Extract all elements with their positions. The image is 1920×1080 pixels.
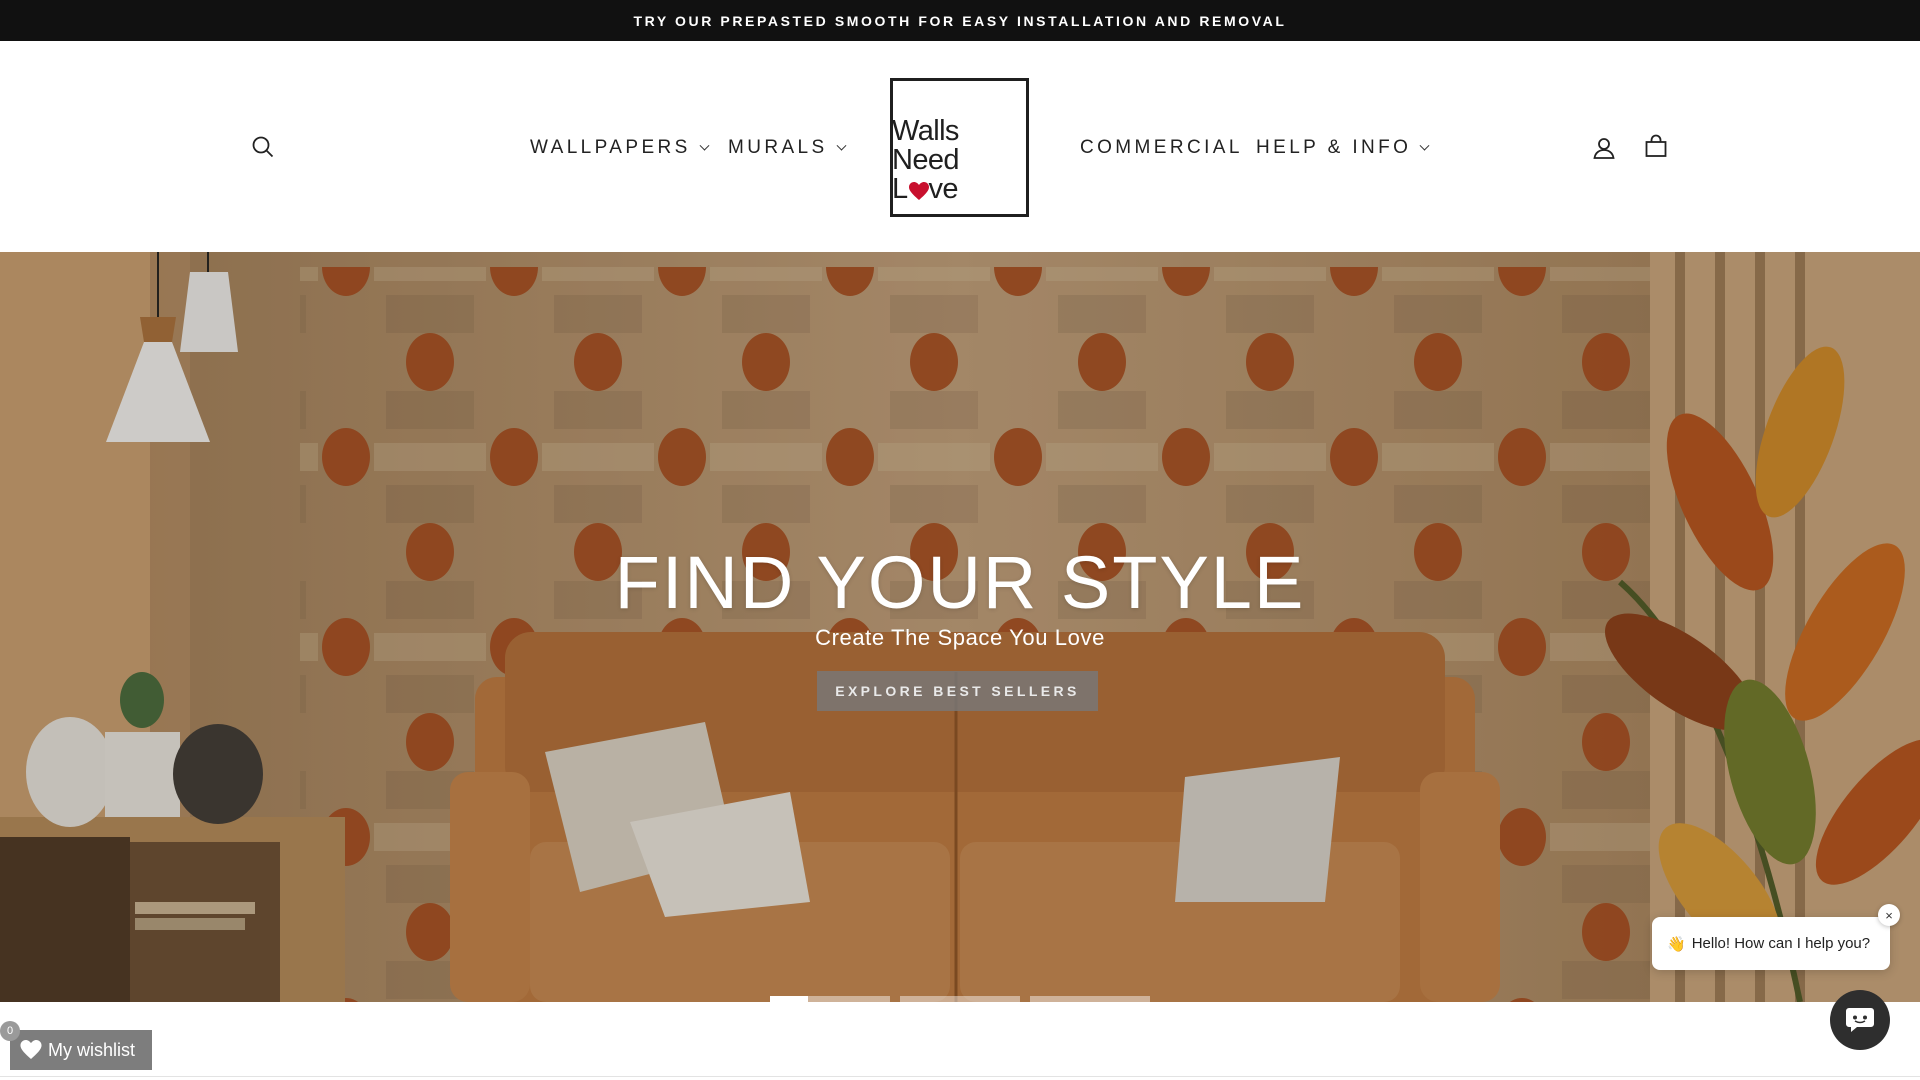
user-icon[interactable] — [1590, 134, 1618, 162]
site-logo[interactable]: Walls Need L ve — [890, 78, 1029, 217]
slide-dot-2[interactable] — [900, 996, 1020, 1002]
nav-commercial-label: COMMERCIAL — [1080, 137, 1243, 158]
announcement-bar: TRY OUR PREPASTED SMOOTH FOR EASY INSTAL… — [0, 0, 1920, 41]
chevron-down-icon — [836, 140, 847, 151]
explore-best-sellers-button[interactable]: EXPLORE BEST SELLERS — [817, 671, 1098, 711]
divider — [0, 1076, 1920, 1077]
chevron-down-icon — [1419, 140, 1430, 151]
heart-icon — [908, 182, 929, 200]
chevron-down-icon — [699, 140, 710, 151]
nav-commercial[interactable]: COMMERCIAL — [1080, 136, 1243, 160]
logo-line-3-end: ve — [928, 173, 959, 205]
hero-banner: FIND YOUR STYLE Create The Space You Lov… — [0, 252, 1920, 1002]
wave-icon: 👋 — [1667, 935, 1686, 953]
logo-line-2: Need — [892, 144, 960, 176]
wishlist-label: My wishlist — [48, 1039, 136, 1060]
hero-subtitle: Create The Space You Love — [815, 625, 1105, 650]
cart-icon[interactable] — [1642, 132, 1670, 160]
chat-greeting[interactable]: 👋 Hello! How can I help you? — [1652, 917, 1890, 970]
nav-murals-label: MURALS — [728, 137, 828, 158]
heart-icon — [20, 1040, 42, 1059]
slide-dot-1[interactable] — [770, 996, 890, 1002]
nav-murals[interactable]: MURALS — [728, 136, 847, 160]
slideshow-pagination — [770, 996, 1150, 1002]
close-icon[interactable]: × — [1878, 904, 1900, 926]
hero-title: FIND YOUR STYLE — [614, 541, 1306, 624]
nav-help-info[interactable]: HELP & INFO — [1256, 136, 1430, 160]
nav-help-info-label: HELP & INFO — [1256, 137, 1412, 158]
wishlist-button[interactable]: My wishlist — [10, 1030, 152, 1070]
nav-wallpapers-label: WALLPAPERS — [530, 137, 691, 158]
logo-line-3-start: L — [892, 173, 908, 205]
logo-line-3: L ve — [892, 173, 959, 205]
chat-greeting-text: Hello! How can I help you? — [1691, 935, 1871, 952]
nav-wallpapers[interactable]: WALLPAPERS — [530, 136, 710, 160]
chat-icon — [1846, 1008, 1874, 1032]
wishlist-count-badge: 0 — [0, 1021, 20, 1041]
slide-dot-3[interactable] — [1030, 996, 1150, 1002]
logo-line-1: Walls — [892, 115, 959, 147]
search-icon[interactable] — [249, 133, 277, 161]
site-header: WALLPAPERS MURALS Walls Need L ve COMMER… — [0, 41, 1920, 252]
announcement-text: TRY OUR PREPASTED SMOOTH FOR EASY INSTAL… — [633, 12, 1287, 29]
chat-launcher-button[interactable] — [1830, 990, 1890, 1050]
